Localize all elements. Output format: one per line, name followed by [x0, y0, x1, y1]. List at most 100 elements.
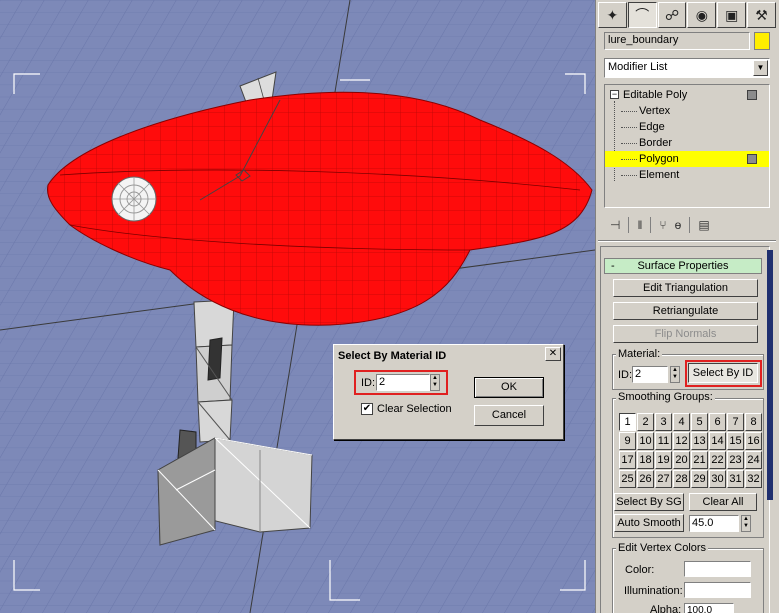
illumination-color-swatch[interactable]: [684, 582, 751, 598]
smoothing-group-25-button[interactable]: 25: [619, 470, 636, 488]
modifier-stack: − Editable Poly Vertex Edge Border Polyg…: [604, 84, 770, 208]
smoothing-group-24-button[interactable]: 24: [745, 451, 762, 469]
smoothing-group-26-button[interactable]: 26: [637, 470, 654, 488]
stack-item-label: Editable Poly: [623, 89, 688, 101]
smoothing-group-11-button[interactable]: 11: [655, 432, 672, 450]
perspective-viewport[interactable]: [0, 0, 595, 613]
smoothing-group-10-button[interactable]: 10: [637, 432, 654, 450]
display-tab-icon[interactable]: ▣: [717, 2, 747, 28]
stack-item-editable-poly[interactable]: − Editable Poly: [605, 87, 769, 103]
smoothing-group-18-button[interactable]: 18: [637, 451, 654, 469]
stack-item-label: Element: [639, 169, 680, 181]
retriangulate-button[interactable]: Retriangulate: [613, 302, 758, 320]
material-id-label: ID:: [618, 369, 633, 381]
color-label: Color:: [625, 564, 655, 576]
smoothing-group-16-button[interactable]: 16: [745, 432, 762, 450]
dialog-title[interactable]: Select By Material ID: [336, 347, 561, 365]
stack-item-label: Edge: [639, 121, 665, 133]
smoothing-group-21-button[interactable]: 21: [691, 451, 708, 469]
smoothing-group-30-button[interactable]: 30: [709, 470, 726, 488]
auto-smooth-button[interactable]: Auto Smooth: [614, 514, 684, 532]
smoothing-group-6-button[interactable]: 6: [709, 413, 726, 431]
smoothing-group-17-button[interactable]: 17: [619, 451, 636, 469]
create-tab-icon[interactable]: ✦: [598, 2, 627, 28]
illumination-label: Illumination:: [624, 585, 683, 597]
dropdown-arrow-icon[interactable]: ▼: [753, 60, 768, 76]
material-group-label: Material:: [616, 348, 663, 360]
clear-selection-label: Clear Selection: [377, 403, 452, 415]
polygon-icon: [747, 154, 757, 164]
configure-sets-icon[interactable]: ▤: [698, 218, 709, 232]
auto-smooth-threshold-field[interactable]: 45.0: [689, 515, 739, 532]
stack-item-polygon[interactable]: Polygon: [605, 151, 769, 167]
viewport-scene[interactable]: [0, 0, 595, 613]
cancel-button[interactable]: Cancel: [474, 405, 544, 426]
smoothing-group-3-button[interactable]: 3: [655, 413, 672, 431]
smoothing-group-5-button[interactable]: 5: [691, 413, 708, 431]
command-panel: ✦ ⌒ ☍ ◉ ▣ ⚒ lure_boundary Modifier List …: [595, 0, 779, 613]
smoothing-group-23-button[interactable]: 23: [727, 451, 744, 469]
vertex-color-swatch[interactable]: [684, 561, 751, 577]
motion-tab-icon[interactable]: ◉: [687, 2, 717, 28]
clear-selection-checkbox[interactable]: ✔: [361, 403, 373, 415]
alpha-label: Alpha:: [650, 604, 682, 613]
modifier-list-label: Modifier List: [608, 61, 668, 73]
utilities-tab-icon[interactable]: ⚒: [747, 2, 776, 28]
edit-vertex-colors-label: Edit Vertex Colors: [616, 542, 709, 554]
pin-stack-icon[interactable]: ⊣: [610, 218, 620, 232]
hierarchy-tab-icon[interactable]: ☍: [657, 2, 687, 28]
stack-item-border[interactable]: Border: [605, 135, 769, 151]
divider: [598, 240, 776, 242]
surface-properties-header[interactable]: - Surface Properties: [604, 258, 762, 274]
make-unique-icon[interactable]: ⑂: [659, 218, 666, 232]
smoothing-group-1-button[interactable]: 1: [619, 413, 636, 431]
select-by-material-id-dialog: Select By Material ID ✕ ID: 2 ▲ ▼ ✔ Clear…: [333, 344, 564, 440]
smoothing-group-15-button[interactable]: 15: [727, 432, 744, 450]
smoothing-group-14-button[interactable]: 14: [709, 432, 726, 450]
command-panel-tabs: ✦ ⌒ ☍ ◉ ▣ ⚒: [598, 2, 776, 28]
stack-item-vertex[interactable]: Vertex: [605, 103, 769, 119]
show-end-result-icon[interactable]: ǁ: [637, 218, 642, 232]
smoothing-group-19-button[interactable]: 19: [655, 451, 672, 469]
stack-item-label: Polygon: [639, 153, 679, 165]
smoothing-group-8-button[interactable]: 8: [745, 413, 762, 431]
edit-triangulation-button[interactable]: Edit Triangulation: [613, 279, 758, 297]
rollout-title: Surface Properties: [637, 260, 729, 272]
annotation-highlight-id-field: [354, 370, 448, 395]
smoothing-group-2-button[interactable]: 2: [637, 413, 654, 431]
panel-scrollbar[interactable]: [767, 250, 773, 500]
annotation-highlight-select-by-id: [685, 360, 762, 387]
object-name-field[interactable]: lure_boundary: [604, 32, 750, 50]
stack-item-label: Border: [639, 137, 673, 149]
smoothing-group-29-button[interactable]: 29: [691, 470, 708, 488]
smoothing-group-9-button[interactable]: 9: [619, 432, 636, 450]
auto-smooth-spinner[interactable]: ▲ ▼: [741, 515, 751, 532]
object-color-swatch[interactable]: [754, 32, 770, 50]
material-id-spinner[interactable]: ▲ ▼: [670, 366, 680, 383]
modify-tab-icon[interactable]: ⌒: [627, 2, 657, 28]
material-id-field[interactable]: 2: [632, 366, 668, 383]
smoothing-group-4-button[interactable]: 4: [673, 413, 690, 431]
smoothing-group-32-button[interactable]: 32: [745, 470, 762, 488]
smoothing-group-12-button[interactable]: 12: [673, 432, 690, 450]
smoothing-group-27-button[interactable]: 27: [655, 470, 672, 488]
collapse-icon[interactable]: −: [610, 90, 619, 99]
flip-normals-button[interactable]: Flip Normals: [613, 325, 758, 343]
smoothing-group-13-button[interactable]: 13: [691, 432, 708, 450]
stack-item-edge[interactable]: Edge: [605, 119, 769, 135]
clear-all-button[interactable]: Clear All: [689, 493, 757, 511]
lure-eye: [111, 176, 157, 222]
smoothing-group-22-button[interactable]: 22: [709, 451, 726, 469]
modifier-list-dropdown[interactable]: Modifier List ▼: [604, 58, 770, 78]
smoothing-group-31-button[interactable]: 31: [727, 470, 744, 488]
stack-item-element[interactable]: Element: [605, 167, 769, 183]
smoothing-group-20-button[interactable]: 20: [673, 451, 690, 469]
smoothing-group-7-button[interactable]: 7: [727, 413, 744, 431]
ok-button[interactable]: OK: [474, 377, 544, 398]
rollout-collapse-icon: -: [611, 260, 615, 272]
select-by-sg-button[interactable]: Select By SG: [614, 493, 684, 511]
remove-modifier-icon[interactable]: ɵ: [675, 218, 682, 232]
alpha-field[interactable]: 100.0: [684, 603, 734, 613]
close-icon[interactable]: ✕: [545, 347, 561, 361]
smoothing-group-28-button[interactable]: 28: [673, 470, 690, 488]
